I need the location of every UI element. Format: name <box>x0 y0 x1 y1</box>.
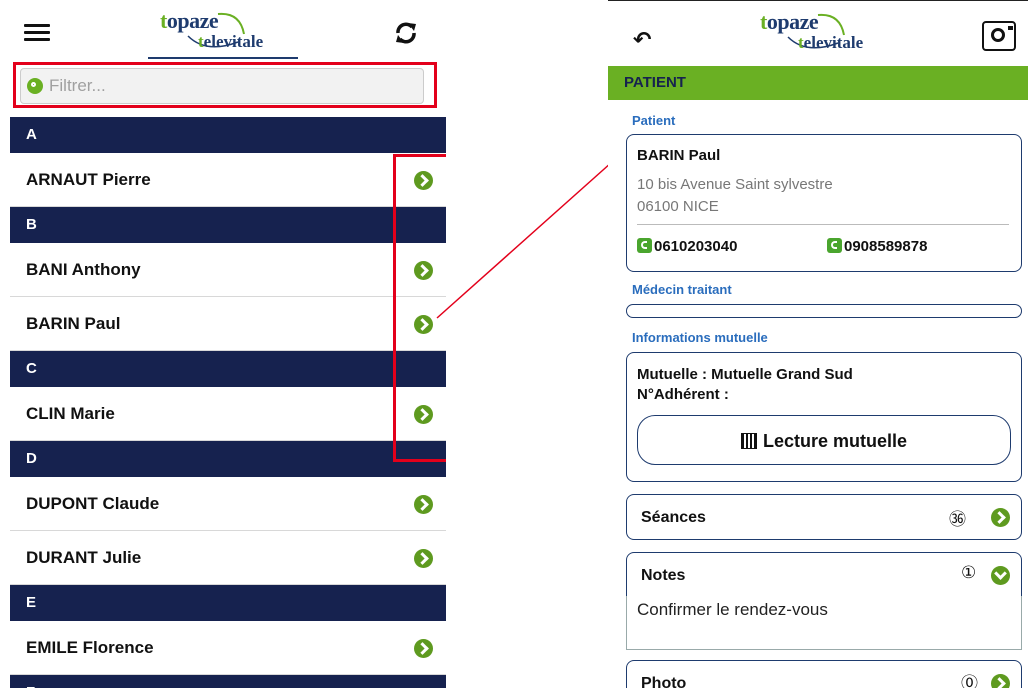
patient-detail-screen: ↶ topaze televitale PATIENT Patient BARI… <box>608 0 1028 688</box>
chevron-right-icon[interactable] <box>991 508 1010 527</box>
patient-address-line1: 10 bis Avenue Saint sylvestre <box>637 176 833 193</box>
camera-icon[interactable] <box>982 21 1016 51</box>
mutuelle-adherent: N°Adhérent : <box>637 386 729 403</box>
notes-content[interactable]: Confirmer le rendez-vous <box>626 596 1022 650</box>
patient-name: BARIN Paul <box>637 147 721 164</box>
chevron-down-icon[interactable] <box>991 566 1010 585</box>
seances-row[interactable]: Séances ㊱ <box>626 494 1022 540</box>
photo-count: ⓪ <box>961 674 978 688</box>
section-title: PATIENT <box>608 66 1028 100</box>
mutuelle-name: Mutuelle : Mutuelle Grand Sud <box>637 366 853 383</box>
patient-address-line2: 06100 NICE <box>637 198 719 215</box>
mutuelle-card: Mutuelle : Mutuelle Grand Sud N°Adhérent… <box>626 352 1022 482</box>
phone-2[interactable]: 0908589878 <box>827 238 927 255</box>
back-icon[interactable]: ↶ <box>633 27 651 53</box>
phone-1[interactable]: 0610203040 <box>637 238 737 255</box>
topaze-logo: topaze televitale <box>760 9 864 52</box>
qrcode-icon <box>740 433 757 449</box>
chevron-right-icon[interactable] <box>991 674 1010 688</box>
phone-icon <box>637 238 652 253</box>
notes-row[interactable]: Notes ① <box>626 552 1022 598</box>
lecture-mutuelle-button[interactable]: Lecture mutuelle <box>637 415 1011 465</box>
mutuelle-label: Informations mutuelle <box>632 330 768 345</box>
patient-label: Patient <box>632 113 676 128</box>
notes-count: ① <box>961 563 977 582</box>
photo-row[interactable]: Photo ⓪ <box>626 660 1022 688</box>
phone-icon <box>827 238 842 253</box>
doctor-label: Médecin traitant <box>632 282 732 297</box>
doctor-card[interactable] <box>626 304 1022 318</box>
seances-count: ㊱ <box>949 510 966 529</box>
patient-card: BARIN Paul 10 bis Avenue Saint sylvestre… <box>626 134 1022 272</box>
detail-header: ↶ topaze televitale <box>608 0 1028 63</box>
